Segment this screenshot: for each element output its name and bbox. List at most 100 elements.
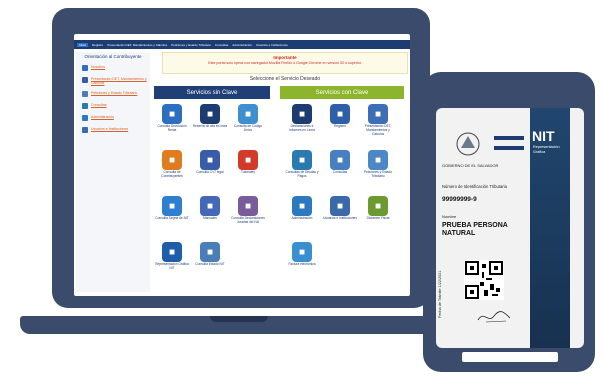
- service-icon: ■: [292, 104, 312, 124]
- card-band: [530, 108, 570, 348]
- sidebar-item-label: Nosotros: [91, 65, 106, 69]
- sidebar-item-consultas[interactable]: Consultas: [82, 103, 150, 109]
- header-services-without-key: Servicios sin Clave: [154, 86, 270, 99]
- service-icon: ■: [368, 104, 388, 124]
- flag-stripes-icon: [494, 136, 524, 150]
- sidebar-item-peticiones[interactable]: Peticiones y Estado Tributario: [82, 91, 150, 97]
- service-icon: ■: [330, 196, 350, 216]
- service-icon: ■: [368, 196, 388, 216]
- card-name-value: PRUEBA PERSONA NATURAL: [442, 222, 508, 237]
- sidebar-item-presentacion[interactable]: Presentación DET, Mandamientos y Cálculo…: [82, 77, 150, 85]
- service-tile[interactable]: ■ Manuales: [192, 196, 228, 221]
- service-tile[interactable]: ■ Consulta de Contribuyentes: [154, 150, 190, 179]
- service-tile[interactable]: ■ Tutoriales: [230, 150, 266, 175]
- document-icon: [82, 77, 88, 83]
- service-icon: ■: [292, 150, 312, 170]
- card-id-label: Número de Identificación Tributaria: [442, 184, 507, 189]
- service-label: Declaraciones e Informes en Línea: [289, 124, 315, 132]
- sidebar-item-label: Administración: [91, 115, 114, 119]
- nav-consultas[interactable]: Consultas: [215, 43, 228, 47]
- service-tile[interactable]: ■ Dictamen Fiscal: [360, 196, 396, 221]
- service-tile[interactable]: ■ Consulta Estado NIT: [192, 242, 228, 267]
- notice-title: Importante: [273, 55, 297, 60]
- service-icon: ■: [292, 242, 312, 262]
- card-government-label: GOBIERNO DE EL SALVADOR: [442, 163, 499, 168]
- sidebar-item-nosotros[interactable]: Nosotros: [82, 65, 150, 71]
- top-nav: Inicio Registro Presentación DET, Mandam…: [74, 40, 410, 49]
- service-tile[interactable]: ■ Presentación DET, Mandamientos y Cálcul…: [360, 104, 396, 136]
- sidebar-item-administracion[interactable]: Administración: [82, 115, 150, 121]
- service-tile[interactable]: ■ Consulta Devolución Renta: [154, 104, 190, 133]
- service-icon: ■: [238, 104, 258, 124]
- service-tile[interactable]: ■ Consulta de Código Único: [230, 104, 266, 133]
- service-tile[interactable]: ■ Registro: [322, 104, 358, 129]
- service-label: Dictamen Fiscal: [366, 216, 390, 220]
- service-tile[interactable]: ■ Usuarios e Instituciones: [322, 196, 358, 221]
- service-label: Registro: [334, 124, 346, 128]
- service-label: Manuales: [203, 216, 217, 220]
- service-icon: ■: [200, 150, 220, 170]
- service-tile[interactable]: ■ Factura electrónica: [284, 242, 320, 267]
- service-icon: ■: [238, 196, 258, 216]
- service-label: Factura electrónica: [288, 262, 316, 266]
- service-label: Consulta Estado NIT: [195, 262, 225, 266]
- service-label: Tutoriales: [241, 170, 255, 174]
- service-icon: ■: [200, 196, 220, 216]
- sidebar-item-label: Peticiones y Estado Tributario: [91, 91, 138, 95]
- tools-icon: [82, 115, 88, 121]
- laptop-notch: [210, 316, 268, 322]
- card-name-label: Nombre: [442, 214, 457, 219]
- service-tile[interactable]: ■ Consulta Declaraciones Juradas del IVA: [230, 196, 266, 225]
- notice-box: Importante Este portal solo opera con na…: [162, 52, 408, 74]
- service-label: Consulta CV7 legal: [196, 170, 224, 174]
- service-icon: ■: [238, 150, 258, 170]
- people-icon: [82, 65, 88, 71]
- sidebar-title: Orientación al Contribuyente: [84, 54, 142, 59]
- service-label: Consulta Tarjeta de NIT: [155, 216, 189, 220]
- card-subtitle: Representación Gráfica: [533, 145, 560, 154]
- service-tile[interactable]: ■ Reserva de cita en línea: [192, 104, 228, 129]
- service-tile[interactable]: ■ Consulta CV7 legal: [192, 150, 228, 175]
- section-title: Seleccione el Servicio Deseado: [249, 76, 321, 82]
- notice-text: Este portal solo opera con navegador Moz…: [208, 61, 362, 65]
- nav-usuarios[interactable]: Usuarios e Instituciones: [256, 43, 288, 47]
- header-services-with-key: Servicios con Clave: [280, 86, 404, 99]
- phone-home-bar: [462, 352, 558, 362]
- laptop-screen: Inicio Registro Presentación DET, Mandam…: [74, 34, 410, 296]
- qr-code: [464, 260, 504, 300]
- card-title: NIT: [532, 128, 555, 144]
- service-tile[interactable]: ■ Consultas: [322, 150, 358, 175]
- service-label: Consultas de Deudas y Pagos: [285, 170, 319, 178]
- service-tile[interactable]: ■ Representación Gráfica NIT: [154, 242, 190, 271]
- service-label: Consulta de Contribuyentes: [161, 170, 183, 178]
- service-icon: ■: [368, 150, 388, 170]
- service-tile[interactable]: ■ Consulta Tarjeta de NIT: [154, 196, 190, 221]
- service-label: Reserva de cita en línea: [192, 124, 228, 128]
- service-label: Usuarios e Instituciones: [323, 216, 357, 220]
- service-tile[interactable]: ■ Peticiones y Estado Tributario: [360, 150, 396, 179]
- users-icon: [82, 127, 88, 133]
- service-tile[interactable]: ■ Declaraciones e Informes en Línea: [284, 104, 320, 133]
- form-icon: [82, 91, 88, 97]
- service-label: Representación Gráfica NIT: [155, 262, 189, 270]
- service-tile[interactable]: ■ Administración: [284, 196, 320, 221]
- nav-registro[interactable]: Registro: [92, 43, 103, 47]
- nav-peticiones[interactable]: Peticiones y Estado Tributario: [171, 43, 211, 47]
- service-icon: ■: [292, 196, 312, 216]
- service-label: Presentación DET, Mandamientos y Cálculo…: [364, 124, 392, 136]
- nav-presentacion[interactable]: Presentación DET, Mandamientos y Cálculo…: [107, 43, 167, 47]
- service-icon: ■: [162, 242, 182, 262]
- service-label: Consulta de Código Único: [234, 124, 262, 132]
- nav-inicio[interactable]: Inicio: [77, 42, 89, 47]
- service-icon: ■: [162, 196, 182, 216]
- card-id-value: 99999999-9: [442, 196, 477, 203]
- service-icon: ■: [200, 242, 220, 262]
- service-label: Peticiones y Estado Tributario: [364, 170, 392, 178]
- service-icon: ■: [162, 104, 182, 124]
- service-label: Consulta Declaraciones Juradas del IVA: [231, 216, 265, 224]
- nav-administracion[interactable]: Administración: [232, 43, 252, 47]
- sidebar-item-label: Usuarios e Instituciones: [91, 127, 129, 131]
- service-tile[interactable]: ■ Consultas de Deudas y Pagos: [284, 150, 320, 179]
- sidebar-item-usuarios[interactable]: Usuarios e Instituciones: [82, 127, 150, 133]
- service-label: Administración: [291, 216, 313, 220]
